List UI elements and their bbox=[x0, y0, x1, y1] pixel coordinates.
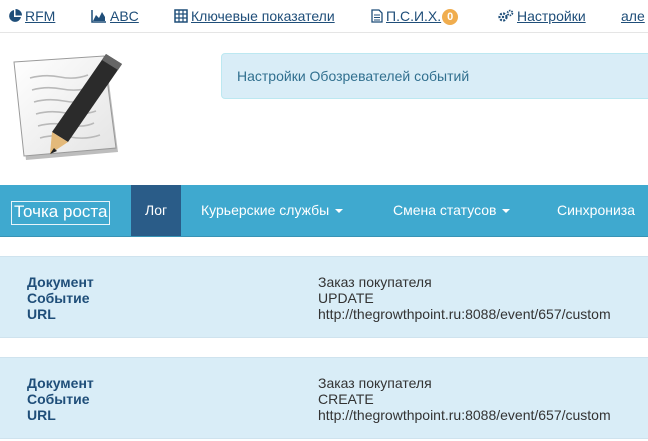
settings-link[interactable]: Настройки bbox=[498, 7, 586, 25]
app-logo bbox=[10, 50, 128, 168]
table-icon bbox=[174, 9, 188, 23]
nav-item-sync[interactable]: Синхрониза bbox=[557, 185, 635, 236]
rfm-label: RFM bbox=[25, 8, 56, 24]
user-name: але bbox=[621, 8, 645, 24]
notepad-pencil-icon bbox=[13, 54, 122, 160]
event-row: Документ Событие URL Заказ покупателя UP… bbox=[0, 256, 648, 338]
event-label: Событие bbox=[27, 391, 90, 407]
document-value: Заказ покупателя bbox=[318, 375, 432, 391]
document-label: Документ bbox=[27, 375, 94, 391]
chevron-down-icon bbox=[502, 209, 511, 213]
psih-link[interactable]: П.С.И.Х. 0 bbox=[371, 7, 459, 25]
psih-label: П.С.И.Х. bbox=[386, 8, 442, 24]
nav-item-status-change[interactable]: Смена статусов bbox=[393, 185, 511, 236]
rfm-link[interactable]: RFM bbox=[8, 7, 55, 25]
gears-icon bbox=[498, 9, 514, 22]
url-label: URL bbox=[27, 407, 56, 423]
area-chart-icon bbox=[91, 10, 106, 23]
event-row: Документ Событие URL Заказ покупателя CR… bbox=[0, 357, 648, 439]
url-label: URL bbox=[27, 306, 56, 322]
document-value: Заказ покупателя bbox=[318, 274, 432, 290]
document-icon bbox=[371, 9, 383, 23]
kpi-label: Ключевые показатели bbox=[191, 8, 335, 24]
brand-link[interactable]: Точка роста bbox=[11, 201, 111, 225]
notification-badge: 0 bbox=[442, 9, 459, 25]
page-title-alert: Настройки Обозревателей событий bbox=[221, 53, 648, 99]
user-menu-link[interactable]: але bbox=[621, 7, 645, 25]
kpi-link[interactable]: Ключевые показатели bbox=[174, 7, 335, 25]
abc-link[interactable]: ABC bbox=[91, 7, 139, 25]
nav-item-couriers[interactable]: Курьерские службы bbox=[201, 185, 344, 236]
main-navbar: Точка роста Лог Курьерские службы Смена … bbox=[0, 185, 648, 237]
abc-label: ABC bbox=[110, 8, 139, 24]
nav-item-status-change-label: Смена статусов bbox=[393, 202, 497, 218]
event-value: CREATE bbox=[318, 391, 374, 407]
nav-item-log[interactable]: Лог bbox=[131, 185, 182, 236]
event-label: Событие bbox=[27, 290, 90, 306]
url-value: http://thegrowthpoint.ru:8088/event/657/… bbox=[318, 306, 611, 322]
document-label: Документ bbox=[27, 274, 94, 290]
chevron-down-icon bbox=[335, 209, 344, 213]
event-value: UPDATE bbox=[318, 290, 374, 306]
pie-chart-icon bbox=[9, 9, 22, 22]
settings-label: Настройки bbox=[517, 8, 586, 24]
nav-item-couriers-label: Курьерские службы bbox=[201, 202, 330, 218]
top-navigation: RFM ABC Ключевые показатели П.С.И.Х. 0 На… bbox=[0, 0, 648, 33]
url-value: http://thegrowthpoint.ru:8088/event/657/… bbox=[318, 407, 611, 423]
